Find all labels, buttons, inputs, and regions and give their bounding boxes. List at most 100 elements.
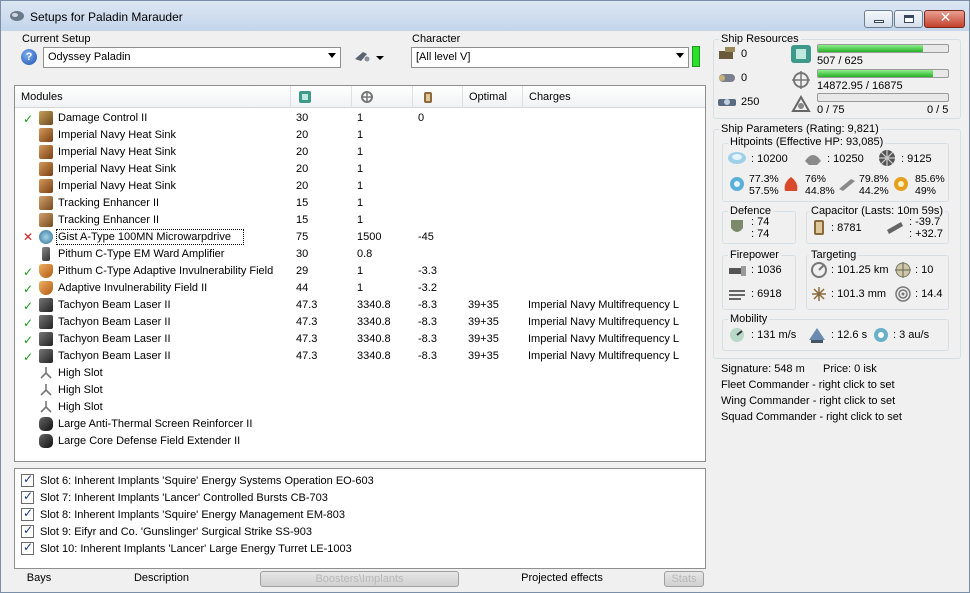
module-name: Imperial Navy Heat Sink [58,146,176,158]
module-row[interactable]: Large Core Defense Field Extender II [15,433,705,450]
implant-row[interactable]: Slot 8: Inherent Implants 'Squire' Energ… [21,506,691,523]
module-row[interactable]: ✓ Adaptive Invulnerability Field II 44 1 -3.… [15,280,705,297]
module-row[interactable]: Imperial Navy Heat Sink 20 1 [15,161,705,178]
implant-checkbox[interactable] [21,489,34,504]
implant-row[interactable]: Slot 10: Inherent Implants 'Lancer' Larg… [21,540,691,557]
module-row[interactable]: ✓ Tachyon Beam Laser II 47.3 3340.8 -8.3 39+3… [15,314,705,331]
column-powergrid[interactable] [352,86,413,108]
max-targets: : 10 [915,264,934,276]
module-row[interactable]: Imperial Navy Heat Sink 20 1 [15,127,705,144]
setup-tools-icon[interactable] [353,49,371,63]
tab-stats[interactable]: Stats [664,571,704,587]
status-ok-icon: ✓ [23,316,34,330]
module-charge: Imperial Navy Multifrequency L [528,299,680,311]
current-setup-select[interactable]: Odyssey Paladin [43,47,341,68]
module-row[interactable]: ✓ Pithum C-Type Adaptive Invulnerability … [15,263,705,280]
ward-amplifier-icon [42,247,50,261]
modules-list[interactable]: Modules Optimal Charges ✓ Damage Control … [14,85,706,462]
column-cpu[interactable] [291,86,352,108]
module-row[interactable]: ✓ Tachyon Beam Laser II 47.3 3340.8 -8.3 39+3… [15,348,705,365]
module-name: Pithum C-Type Adaptive Invulnerability F… [58,265,274,277]
mobility-title: Mobility [728,313,770,325]
module-name: Tachyon Beam Laser II [58,299,171,311]
tab-bays[interactable]: Bays [19,571,59,587]
velocity-icon [730,328,744,342]
thermal-resist-armor: 44.8% [805,185,835,197]
module-row[interactable]: ✓ Damage Control II 30 1 0 [15,110,705,127]
wing-commander[interactable]: Wing Commander - right click to set [721,395,895,407]
implant-row[interactable]: Slot 6: Inherent Implants 'Squire' Energ… [21,472,691,489]
cpu-icon [791,45,811,63]
app-icon [10,11,24,21]
module-row[interactable]: High Slot [15,399,705,416]
implant-checkbox[interactable] [21,472,34,487]
armor-hp: : 10250 [827,153,864,165]
structure-hp-icon [879,150,895,166]
calibration-bar [817,93,949,102]
help-icon[interactable]: ? [21,49,37,65]
column-optimal[interactable]: Optimal [463,86,523,108]
squad-commander[interactable]: Squad Commander - right click to set [721,411,902,423]
module-row[interactable]: Imperial Navy Heat Sink 20 1 [15,144,705,161]
drones-usage: 0 / 5 [927,104,949,116]
rig-icon [39,417,53,431]
column-charges[interactable]: Charges [523,86,705,108]
column-modules[interactable]: Modules [15,86,291,108]
implant-checkbox[interactable] [21,523,34,538]
em-resist-shield: 77.3% [749,173,779,185]
module-name: Imperial Navy Heat Sink [58,180,176,192]
module-capacitor: -8.3 [418,333,437,345]
implant-label: Slot 7: Inherent Implants 'Lancer' Contr… [40,492,328,504]
module-name: Imperial Navy Heat Sink [58,163,176,175]
module-row[interactable]: Large Anti-Thermal Screen Reinforcer II [15,416,705,433]
turret-hardpoints: 0 [741,48,748,60]
module-name: Tracking Enhancer II [58,214,160,226]
targeting-range-icon [811,262,827,278]
implant-checkbox[interactable] [21,506,34,521]
beam-laser-icon [39,349,53,363]
module-row[interactable]: ✓ Tachyon Beam Laser II 47.3 3340.8 -8.3 39+3… [15,331,705,348]
module-row[interactable]: Pithum C-Type EM Ward Amplifier 30 0.8 [15,246,705,263]
module-row[interactable]: Imperial Navy Heat Sink 20 1 [15,178,705,195]
minimize-button[interactable] [864,10,893,28]
drone-bay: 250 [741,96,760,108]
microwarpdrive-icon [39,230,53,244]
maximize-button[interactable] [894,10,923,28]
implant-row[interactable]: Slot 7: Inherent Implants 'Lancer' Contr… [21,489,691,506]
close-icon: ✕ [939,10,952,26]
firepower-dps: : 1036 [751,264,782,276]
character-value: [All level V] [416,51,471,63]
module-row[interactable]: High Slot [15,365,705,382]
ship-resources-title: Ship Resources [719,33,801,45]
heat-sink-icon [39,145,53,159]
module-cpu: 20 [296,129,309,141]
module-row[interactable]: ✓ Tachyon Beam Laser II 47.3 3340.8 -8.3 39+3… [15,297,705,314]
em-resist-armor: 57.5% [749,185,779,197]
implant-checkbox[interactable] [21,540,34,555]
character-select[interactable]: [All level V] [411,47,689,68]
title-bar[interactable]: Setups for Paladin Marauder ✕ [1,1,969,31]
launcher-hardpoints: 0 [741,72,748,84]
module-name: Gist A-Type 100MN Microwarpdrive [58,231,231,243]
heat-sink-icon [39,128,53,142]
module-row[interactable]: High Slot [15,382,705,399]
calibration-icon [791,94,811,112]
close-button[interactable]: ✕ [924,10,965,28]
maximize-icon [904,15,914,23]
module-optimal: 39+35 [468,350,499,362]
tools-dropdown-icon[interactable] [376,56,384,60]
module-powergrid: 0.8 [357,248,373,260]
implants-list[interactable]: Slot 6: Inherent Implants 'Squire' Energ… [14,468,706,569]
module-row[interactable]: Tracking Enhancer II 15 1 [15,195,705,212]
cpu-usage: 507 / 625 [817,55,863,67]
module-powergrid: 1 [357,112,364,124]
module-row[interactable]: ✕ Gist A-Type 100MN Microwarpdrive 75 1500 -… [15,229,705,246]
implant-row[interactable]: Slot 9: Eifyr and Co. 'Gunslinger' Surgi… [21,523,691,540]
fleet-commander[interactable]: Fleet Commander - right click to set [721,379,895,391]
tab-projected-effects[interactable]: Projected effects [502,571,622,587]
column-capacitor[interactable] [413,86,463,108]
tab-boosters-implants[interactable]: Boosters\Implants [260,571,459,587]
module-row[interactable]: Tracking Enhancer II 15 1 [15,212,705,229]
high-slot-icon [40,384,52,396]
tab-description[interactable]: Description [114,571,209,587]
